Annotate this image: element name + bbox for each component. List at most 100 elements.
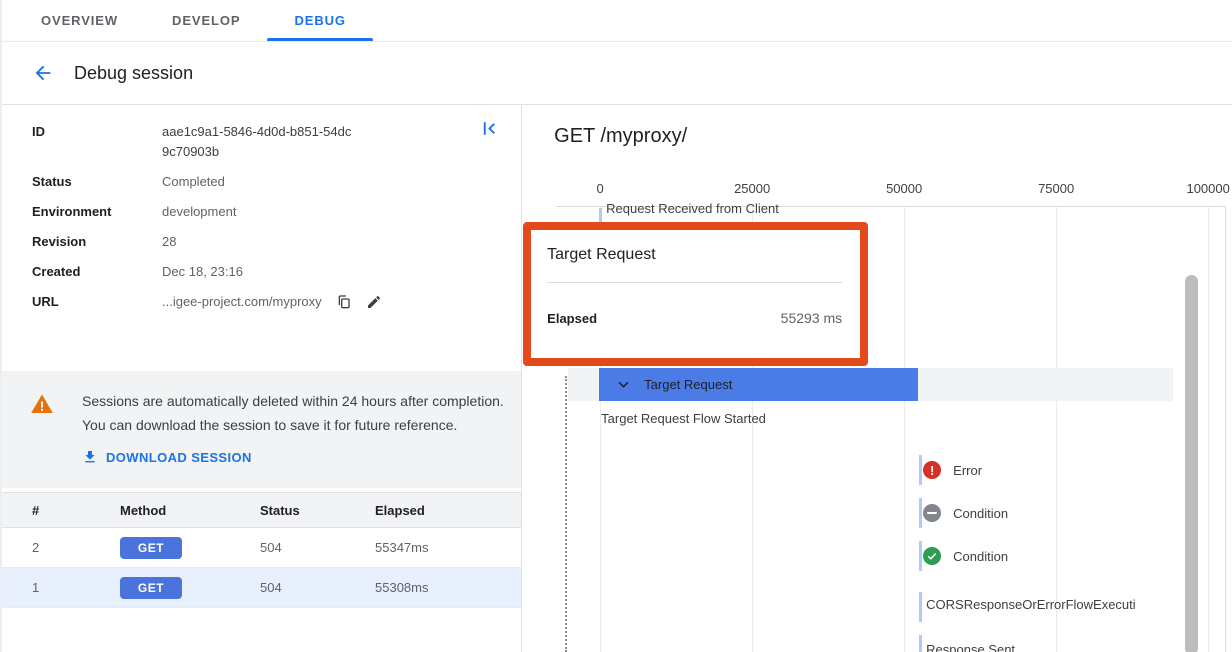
axis-tick-50000: 50000 [886, 181, 922, 196]
session-field-row: ID aae1c9a1-5846-4d0d-b851-54dc9c70903b [32, 117, 521, 167]
gridline [904, 207, 905, 652]
session-revision-value: 28 [162, 232, 176, 252]
event-marker-tick [919, 498, 922, 528]
tooltip-metric-value: 55293 ms [781, 310, 842, 326]
session-details-panel: ID aae1c9a1-5846-4d0d-b851-54dc9c70903b … [2, 105, 522, 652]
flow-connector-dotted-line [565, 376, 567, 652]
download-session-label: DOWNLOAD SESSION [106, 450, 252, 465]
transaction-num: 2 [32, 540, 120, 555]
tooltip-metric-row: Elapsed 55293 ms [547, 310, 842, 326]
tooltip-title: Target Request [547, 246, 656, 264]
tooltip-divider [547, 282, 842, 283]
warning-triangle-icon [30, 392, 54, 416]
notice-text: Sessions are automatically deleted withi… [82, 389, 507, 437]
event-label: Response Sent [926, 642, 1015, 652]
notice-body: Sessions are automatically deleted withi… [82, 389, 507, 470]
tab-debug-label: DEBUG [294, 13, 345, 28]
field-label: URL [32, 292, 162, 312]
content-split: ID aae1c9a1-5846-4d0d-b851-54dc9c70903b … [2, 105, 1232, 652]
copy-url-button[interactable] [336, 294, 352, 310]
tab-debug[interactable]: DEBUG [267, 0, 372, 41]
event-condition-skipped[interactable]: Condition [923, 504, 1008, 522]
event-marker-tick [919, 541, 922, 571]
transaction-num: 1 [32, 580, 120, 595]
field-label: Revision [32, 232, 162, 252]
session-url-row: ...igee-project.com/myproxy [162, 292, 382, 312]
pencil-icon [366, 294, 382, 310]
session-metadata: ID aae1c9a1-5846-4d0d-b851-54dc9c70903b … [2, 105, 521, 317]
column-header-num: # [32, 503, 120, 518]
notice-icon-wrap [2, 389, 82, 470]
session-field-row: Environment development [32, 197, 521, 227]
first-event-label: Request Received from Client [606, 201, 779, 216]
transactions-table-header: # Method Status Elapsed [2, 492, 521, 528]
vertical-scrollbar[interactable] [1185, 275, 1198, 652]
gridline [1056, 207, 1057, 652]
tab-overview[interactable]: OVERVIEW [14, 0, 145, 41]
tab-bar: OVERVIEW DEVELOP DEBUG [2, 0, 1232, 42]
transaction-elapsed: 55347ms [375, 540, 521, 555]
back-button[interactable] [30, 60, 56, 86]
event-cors-flow[interactable]: CORSResponseOrErrorFlowExecuti [926, 597, 1136, 612]
download-icon [82, 449, 98, 465]
group-bar-label: Target Request [644, 377, 732, 392]
event-response-sent[interactable]: Response Sent [926, 642, 1015, 652]
gridline [1208, 207, 1209, 652]
target-request-group-bar[interactable]: Target Request [599, 368, 918, 401]
collapse-panel-icon [480, 119, 499, 138]
request-title: GET /myproxy/ [554, 125, 687, 148]
collapse-panel-button[interactable] [480, 119, 499, 143]
axis-tick-75000: 75000 [1038, 181, 1074, 196]
transaction-status: 504 [260, 580, 375, 595]
transaction-row[interactable]: 2 GET 504 55347ms [2, 528, 521, 568]
method-badge: GET [120, 537, 182, 559]
field-label: Status [32, 172, 162, 192]
debug-session-page: OVERVIEW DEVELOP DEBUG Debug session ID … [0, 0, 1232, 652]
event-label: Error [953, 463, 982, 478]
tab-develop[interactable]: DEVELOP [145, 0, 267, 41]
event-marker-tick [919, 455, 922, 485]
download-session-button[interactable]: DOWNLOAD SESSION [82, 449, 252, 465]
session-url-value: ...igee-project.com/myproxy [162, 292, 322, 312]
transaction-elapsed: 55308ms [375, 580, 521, 595]
event-label: Condition [953, 549, 1008, 564]
field-label: Created [32, 262, 162, 282]
minus-circle-icon [923, 504, 941, 522]
transaction-status: 504 [260, 540, 375, 555]
copy-icon [336, 294, 352, 310]
field-label: ID [32, 122, 162, 162]
event-marker-tick [919, 592, 922, 622]
column-header-elapsed: Elapsed [375, 503, 521, 518]
check-circle-icon [923, 547, 941, 565]
axis-tick-100000: 100000 [1186, 181, 1229, 196]
trace-timeline-panel: GET /myproxy/ 0 25000 50000 75000 100000… [522, 105, 1232, 652]
column-header-method: Method [120, 503, 260, 518]
field-label: Environment [32, 202, 162, 222]
session-status-value: Completed [162, 172, 225, 192]
event-condition-passed[interactable]: Condition [923, 547, 1008, 565]
axis-tick-0: 0 [597, 181, 604, 196]
page-title: Debug session [74, 63, 193, 84]
event-marker-tick [919, 635, 922, 652]
transactions-table: # Method Status Elapsed 2 GET 504 55347m… [2, 492, 521, 608]
flow-started-label: Target Request Flow Started [601, 411, 766, 426]
session-created-value: Dec 18, 23:16 [162, 262, 243, 282]
retention-notice: Sessions are automatically deleted withi… [2, 371, 521, 488]
chevron-down-icon [616, 377, 631, 392]
session-field-row: URL ...igee-project.com/myproxy [32, 287, 521, 317]
transaction-row-selected[interactable]: 1 GET 504 55308ms [2, 568, 521, 608]
event-label: Condition [953, 506, 1008, 521]
session-environment-value: development [162, 202, 236, 222]
page-header: Debug session [2, 42, 1232, 105]
arrow-left-icon [32, 62, 54, 84]
tooltip-metric-label: Elapsed [547, 311, 597, 326]
event-error[interactable]: ! Error [923, 461, 982, 479]
session-field-row: Revision 28 [32, 227, 521, 257]
annotation-highlight-box: Target Request Elapsed 55293 ms [523, 222, 868, 366]
column-header-status: Status [260, 503, 375, 518]
tab-develop-label: DEVELOP [172, 13, 240, 28]
event-label: CORSResponseOrErrorFlowExecuti [926, 597, 1136, 612]
edit-url-button[interactable] [366, 294, 382, 310]
error-circle-icon: ! [923, 461, 941, 479]
event-marker-tick [599, 208, 602, 223]
